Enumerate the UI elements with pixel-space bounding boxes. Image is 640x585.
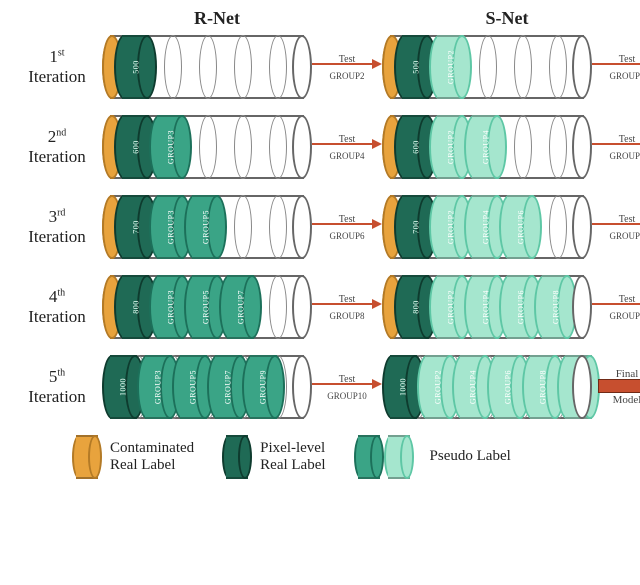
segment-label: GROUP2 (446, 130, 455, 164)
snet-test-arrow: Test GROUP3 (592, 54, 640, 81)
segment-label: GROUP3 (154, 370, 163, 404)
legend-label-pseudo: Pseudo Label (430, 448, 511, 465)
iteration-label: 2nd Iteration (12, 127, 102, 166)
arrow-icon (312, 59, 382, 69)
segment-label: GROUP5 (201, 290, 210, 324)
segment-label: GROUP8 (551, 290, 560, 324)
segment-label: 800 (131, 300, 140, 314)
legend: ContaminatedReal Label Pixel-levelReal L… (72, 435, 628, 479)
snet-test-arrow: Test GROUP5 (592, 134, 640, 161)
column-headers: R-Net S-Net (102, 8, 628, 29)
training-strategy-diagram: R-Net S-Net 1st Iteration 500 Test GROUP… (0, 0, 640, 479)
segment-label: GROUP5 (189, 370, 198, 404)
legend-swatch-contaminated (72, 435, 102, 479)
arrow-icon (592, 59, 640, 69)
segment-label: 800 (411, 300, 420, 314)
rnet-cylinder: 1000 GROUP3 GROUP5 GROUP7 GROUP9 (102, 355, 312, 419)
header-snet: S-Net (392, 8, 622, 29)
segment-label: 700 (411, 220, 420, 234)
segment-label: GROUP8 (539, 370, 548, 404)
rnet-test-arrow: Test GROUP4 (312, 134, 382, 161)
snet-cylinder: 500 GROUP2 (382, 35, 592, 99)
iteration-row-5: 5th Iteration 1000 GROUP3 GROUP5 GROUP7 GROU… (12, 355, 628, 419)
legend-label-pixel-level: Pixel-levelReal Label (260, 440, 325, 475)
snet-test-arrow: Test GROUP9 (592, 294, 640, 321)
iteration-label: 4th Iteration (12, 287, 102, 326)
segment-label: GROUP6 (504, 370, 513, 404)
iteration-label: 5th Iteration (12, 367, 102, 406)
iteration-row-4: 4th Iteration 800 GROUP3 GROUP5 GROUP7 Test… (12, 275, 628, 339)
segment-label: GROUP3 (166, 290, 175, 324)
segment-label: 600 (131, 140, 140, 154)
segment-label: GROUP2 (446, 290, 455, 324)
snet-cylinder: 1000GROUP2GROUP4GROUP6GROUP8GROUP10 (382, 355, 592, 419)
iteration-row-1: 1st Iteration 500 Test GROUP2 500GROUP2 … (12, 35, 628, 99)
rnet-test-arrow: Test GROUP2 (312, 54, 382, 81)
iteration-row-3: 3rd Iteration 700 GROUP3 GROUP5 Test GROUP… (12, 195, 628, 259)
rnet-test-arrow: Test GROUP10 (312, 374, 382, 401)
segment-label: GROUP3 (166, 130, 175, 164)
segment-label: GROUP2 (446, 50, 455, 84)
iteration-label: 3rd Iteration (12, 207, 102, 246)
segment-label: GROUP9 (259, 370, 268, 404)
arrow-icon (312, 219, 382, 229)
segment-label: GROUP7 (236, 290, 245, 324)
snet-cylinder: 800 GROUP2 GROUP4 GROUP6 GROUP8 (382, 275, 592, 339)
big-arrow-icon (598, 376, 640, 396)
segment-label: GROUP6 (516, 210, 525, 244)
arrow-icon (592, 139, 640, 149)
iteration-row-2: 2nd Iteration 600 GROUP3 Test GROUP4 600 G… (12, 115, 628, 179)
arrow-icon (312, 139, 382, 149)
snet-cylinder: 600 GROUP2 GROUP4 (382, 115, 592, 179)
segment-label: GROUP4 (469, 370, 478, 404)
segment-label: GROUP7 (224, 370, 233, 404)
rnet-test-arrow: Test GROUP8 (312, 294, 382, 321)
segment-label: 500 (131, 60, 140, 74)
arrow-icon (312, 379, 382, 389)
segment-label: GROUP5 (201, 210, 210, 244)
arrow-icon (592, 299, 640, 309)
header-rnet: R-Net (102, 8, 332, 29)
segment-label: GROUP2 (434, 370, 443, 404)
segment-label: GROUP4 (481, 210, 490, 244)
rnet-cylinder: 700 GROUP3 GROUP5 (102, 195, 312, 259)
segment-label: 700 (131, 220, 140, 234)
segment-label: GROUP3 (166, 210, 175, 244)
arrow-icon (312, 299, 382, 309)
segment-label: GROUP4 (481, 290, 490, 324)
segment-label: 1000 (399, 378, 408, 396)
snet-test-arrow: Test GROUP7 (592, 214, 640, 241)
iteration-label: 1st Iteration (12, 47, 102, 86)
rnet-test-arrow: Test GROUP6 (312, 214, 382, 241)
snet-cylinder: 700 GROUP2 GROUP4 GROUP6 (382, 195, 592, 259)
segment-label: GROUP2 (446, 210, 455, 244)
rnet-cylinder: 500 (102, 35, 312, 99)
legend-swatch-pixel-level (222, 435, 252, 479)
segment-label: GROUP6 (516, 290, 525, 324)
segment-label: 600 (411, 140, 420, 154)
rnet-cylinder: 800 GROUP3 GROUP5 GROUP7 (102, 275, 312, 339)
segment-label: GROUP4 (481, 130, 490, 164)
legend-label-contaminated: ContaminatedReal Label (110, 440, 194, 475)
rnet-cylinder: 600 GROUP3 (102, 115, 312, 179)
segment-label: 500 (411, 60, 420, 74)
arrow-icon (592, 219, 640, 229)
segment-label: 1000 (119, 378, 128, 396)
legend-swatch-pseudo (354, 435, 422, 479)
